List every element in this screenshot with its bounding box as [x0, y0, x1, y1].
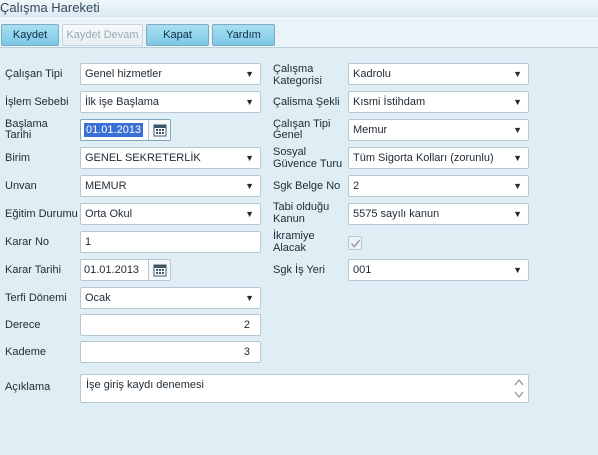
calendar-icon [153, 264, 167, 277]
sosyal-guvence-label-2: Güvence Turu [273, 158, 343, 170]
sgk-is-yeri-label: Sgk İş Yeri [273, 264, 325, 276]
sgk-belge-no-value: 2 [353, 180, 360, 192]
ikramiye-label-2: Alacak [273, 242, 307, 254]
sgk-belge-no-label: Sgk Belge No [273, 180, 341, 192]
derece-label: Derece [5, 319, 41, 331]
window-title: Çalışma Hareketi [0, 0, 100, 15]
tabi-kanun-label-2: Kanun [273, 213, 305, 225]
calendar-button[interactable] [148, 260, 170, 280]
aciklama-textarea[interactable]: İşe giriş kaydı denemesi [80, 374, 529, 403]
birim-select[interactable]: GENEL SEKRETERLİK ▼ [80, 147, 261, 169]
calisan-tipi-genel-value: Memur [353, 124, 388, 136]
kademe-label: Kademe [5, 346, 46, 358]
chevron-down-icon: ▼ [245, 293, 254, 303]
tabi-kanun-select[interactable]: 5575 sayılı kanun ▼ [348, 203, 529, 225]
sosyal-guvence-select[interactable]: Tüm Sigorta Kolları (zorunlu) ▼ [348, 147, 529, 169]
calisma-kategorisi-label-2: Kategorisi [273, 75, 322, 87]
karar-tarihi-value: 01.01.2013 [84, 264, 140, 276]
calisma-kategorisi-value: Kadrolu [353, 68, 391, 80]
islem-sebebi-select[interactable]: İlk işe Başlama ▼ [80, 91, 261, 113]
close-button[interactable]: Kapat [146, 24, 209, 46]
chevron-down-icon: ▼ [513, 97, 522, 107]
calisan-tipi-select[interactable]: Genel hizmetler ▼ [80, 63, 261, 85]
check-icon [350, 239, 361, 248]
kademe-value: 3 [243, 346, 250, 358]
window-title-bar: Çalışma Hareketi [0, 0, 598, 18]
baslama-tarihi-value: 01.01.2013 [84, 123, 144, 137]
scroll-down-icon[interactable] [513, 390, 525, 400]
baslama-tarihi-field[interactable]: 01.01.2013 [80, 119, 171, 141]
chevron-down-icon: ▼ [245, 69, 254, 79]
karar-no-input[interactable]: 1 [80, 231, 261, 253]
tabi-kanun-value: 5575 sayılı kanun [353, 208, 440, 220]
chevron-down-icon: ▼ [513, 181, 522, 191]
terfi-donemi-select[interactable]: Ocak ▼ [80, 287, 261, 309]
calisan-tipi-label: Çalışan Tipi [5, 68, 63, 80]
egitim-durumu-value: Orta Okul [85, 208, 133, 220]
aciklama-label: Açıklama [5, 381, 51, 393]
egitim-durumu-label: Eğitim Durumu [5, 208, 78, 220]
calisma-sekli-label: Çalisma Şekli [273, 96, 340, 108]
aciklama-value: İşe giriş kaydı denemesi [86, 379, 204, 391]
egitim-durumu-select[interactable]: Orta Okul ▼ [80, 203, 261, 225]
calisma-sekli-value: Kısmi İstihdam [353, 96, 426, 108]
calisan-tipi-genel-label-2: Genel [273, 129, 303, 141]
kademe-input[interactable]: 3 [80, 341, 261, 363]
karar-tarihi-field[interactable]: 01.01.2013 [80, 259, 171, 281]
sgk-belge-no-select[interactable]: 2 ▼ [348, 175, 529, 197]
sgk-is-yeri-select[interactable]: 001 ▼ [348, 259, 529, 281]
sgk-is-yeri-value: 001 [353, 264, 372, 276]
toolbar: Kaydet Kaydet Devam Kapat Yardım [0, 18, 598, 48]
terfi-donemi-value: Ocak [85, 292, 111, 304]
unvan-label: Unvan [5, 180, 37, 192]
tabi-kanun-label-1: Tabi olduğu [273, 201, 330, 213]
scroll-up-icon[interactable] [513, 377, 525, 387]
chevron-down-icon: ▼ [513, 125, 522, 135]
unvan-value: MEMUR [85, 180, 127, 192]
chevron-down-icon: ▼ [245, 97, 254, 107]
derece-value: 2 [243, 319, 250, 331]
baslama-tarihi-label-2: Tarihi [5, 129, 32, 141]
sosyal-guvence-label-1: Sosyal [273, 146, 307, 158]
karar-tarihi-label: Karar Tarihi [5, 264, 62, 276]
chevron-down-icon: ▼ [245, 153, 254, 163]
islem-sebebi-value: İlk işe Başlama [85, 96, 159, 108]
ikramiye-checkbox[interactable] [348, 236, 362, 250]
terfi-donemi-label: Terfi Dönemi [5, 292, 67, 304]
ikramiye-label-1: İkramiye [273, 230, 315, 242]
help-button[interactable]: Yardım [212, 24, 275, 46]
birim-value: GENEL SEKRETERLİK [85, 152, 201, 164]
birim-label: Birim [5, 152, 31, 164]
calisma-kategorisi-label-1: Çalışma [273, 63, 314, 75]
calisma-kategorisi-select[interactable]: Kadrolu ▼ [348, 63, 529, 85]
karar-no-label: Karar No [5, 236, 50, 248]
unvan-select[interactable]: MEMUR ▼ [80, 175, 261, 197]
calendar-button[interactable] [148, 120, 170, 140]
chevron-down-icon: ▼ [245, 209, 254, 219]
karar-no-value: 1 [85, 236, 92, 248]
save-continue-button[interactable]: Kaydet Devam [62, 24, 143, 46]
sosyal-guvence-value: Tüm Sigorta Kolları (zorunlu) [353, 152, 494, 164]
calisan-tipi-value: Genel hizmetler [85, 68, 163, 80]
chevron-down-icon: ▼ [513, 209, 522, 219]
chevron-down-icon: ▼ [513, 153, 522, 163]
chevron-down-icon: ▼ [513, 265, 522, 275]
calisan-tipi-genel-select[interactable]: Memur ▼ [348, 119, 529, 141]
calendar-icon [153, 124, 167, 137]
save-button[interactable]: Kaydet [1, 24, 59, 46]
islem-sebebi-label: İşlem Sebebi [5, 96, 69, 108]
chevron-down-icon: ▼ [513, 69, 522, 79]
chevron-down-icon: ▼ [245, 181, 254, 191]
calisma-sekli-select[interactable]: Kısmi İstihdam ▼ [348, 91, 529, 113]
derece-input[interactable]: 2 [80, 314, 261, 336]
